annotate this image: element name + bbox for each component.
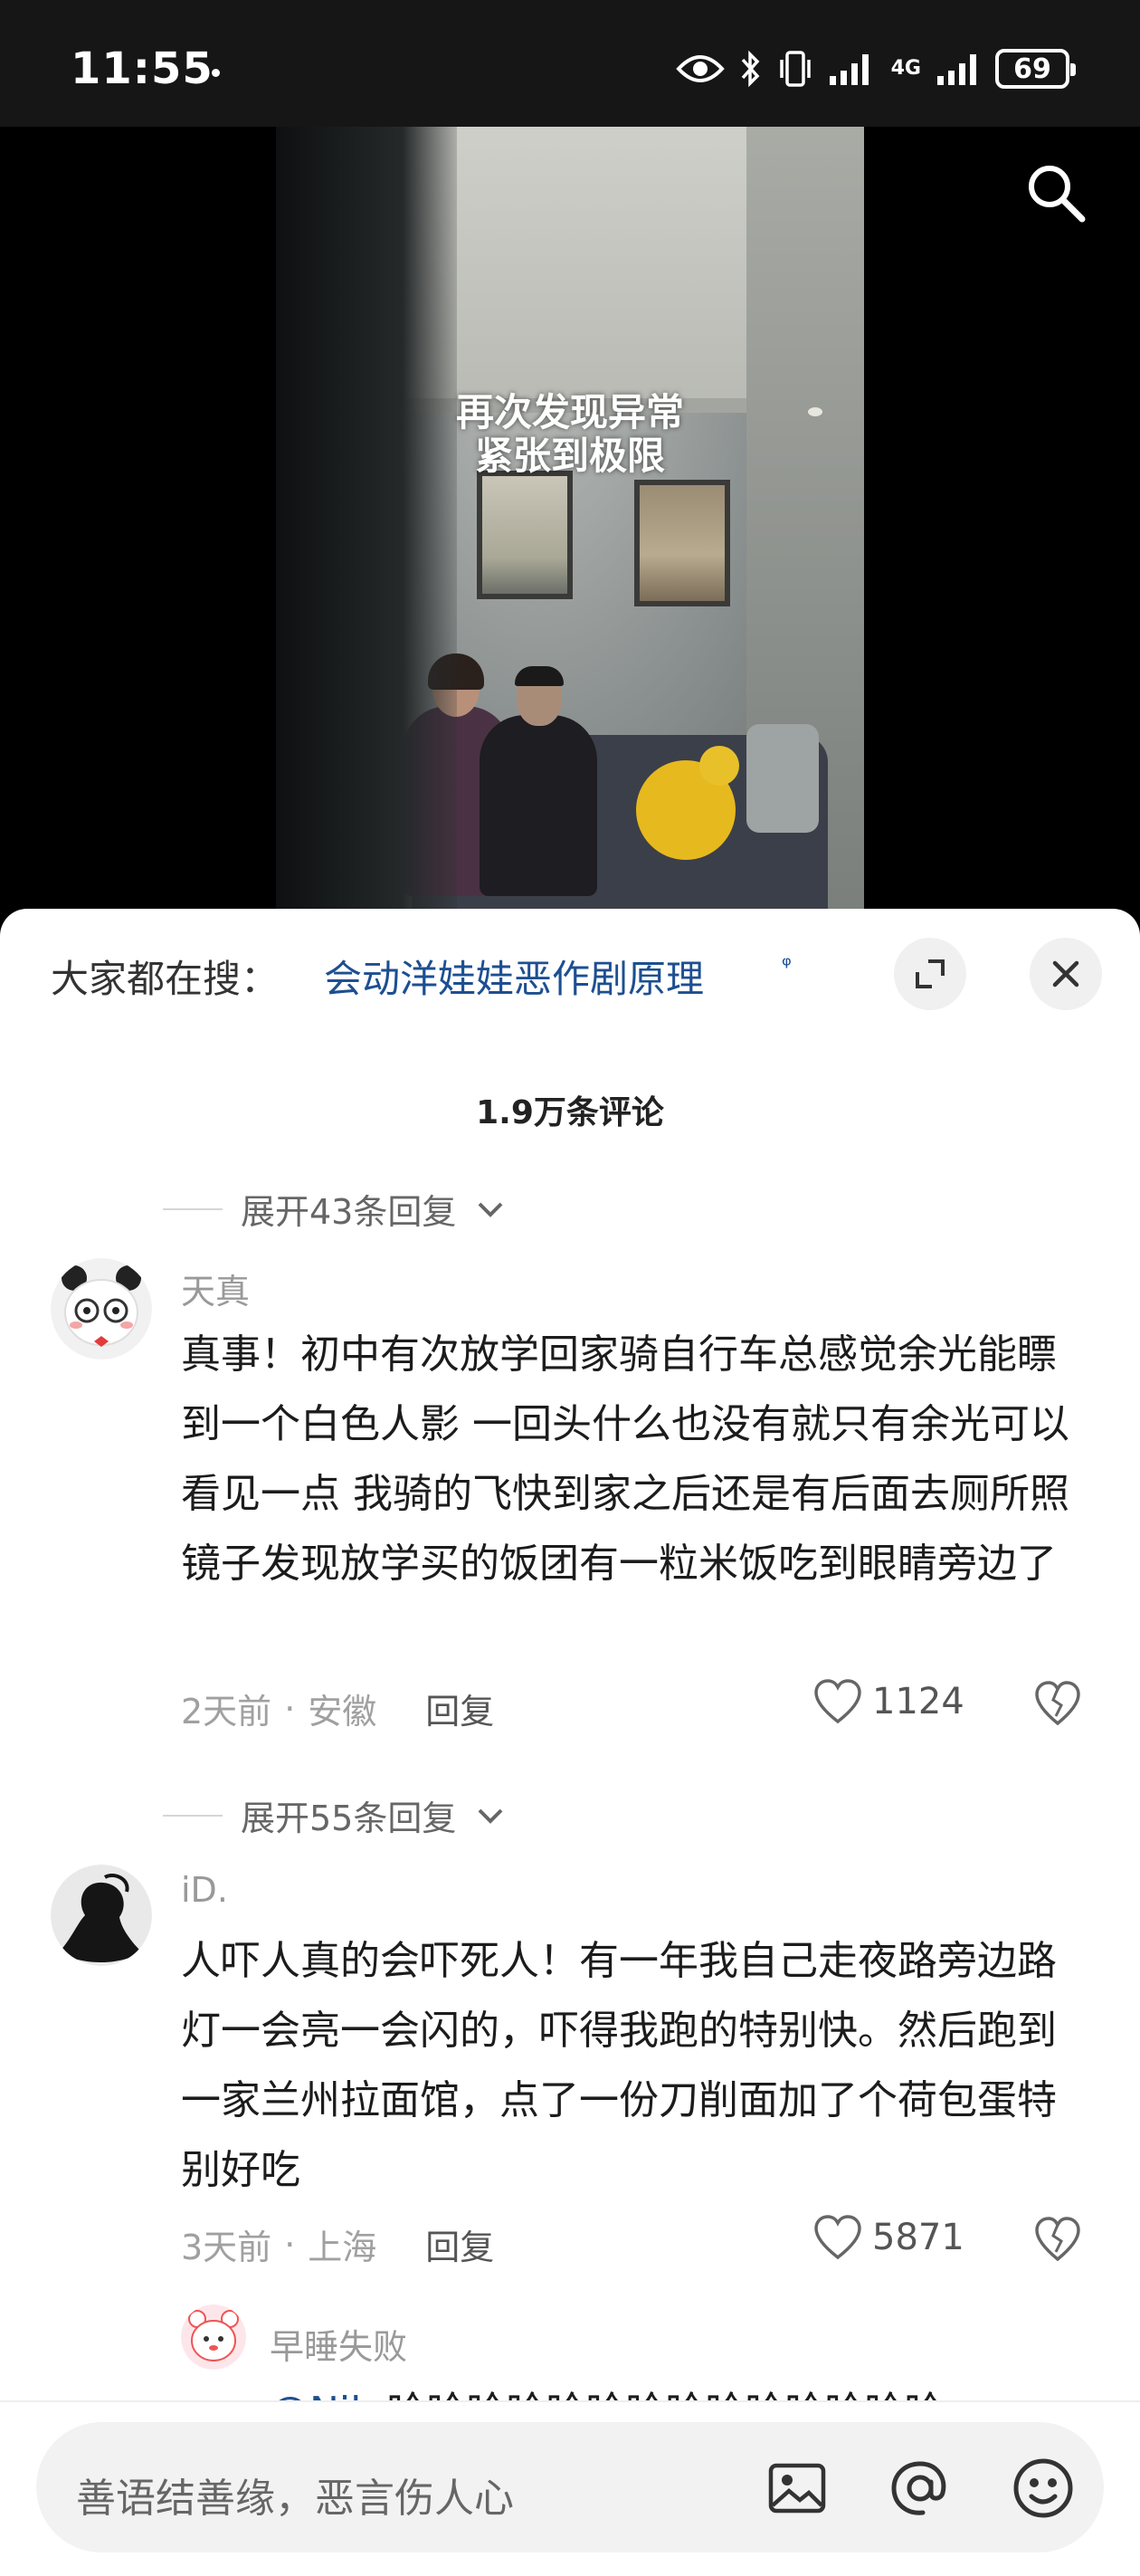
- like-button[interactable]: 1124: [812, 1678, 964, 1725]
- comment-text: 真事！初中有次放学回家骑自行车总感觉余光能瞟到一个白色人影 一回头什么也没有就只…: [181, 1331, 1069, 1587]
- battery-icon: 69: [995, 49, 1076, 89]
- status-icons: 4G 69: [675, 42, 1076, 96]
- video-scene-plush-duck-head: [699, 746, 739, 786]
- bear-avatar-icon: [181, 2304, 246, 2370]
- mention-icon[interactable]: [887, 2455, 954, 2522]
- expand-replies-label: 展开43条回复: [241, 1192, 457, 1232]
- hot-search-query-link[interactable]: 会动洋娃娃恶作剧原理: [324, 949, 704, 1004]
- status-bar: 11:55 4G 69: [0, 0, 1140, 127]
- comment-username[interactable]: 天真: [181, 1264, 250, 1313]
- dislike-icon[interactable]: [1033, 2216, 1082, 2263]
- comment-input-placeholder: 善语结善缘，恶言伤人心: [76, 2476, 514, 2522]
- heart-icon: [814, 2215, 861, 2260]
- close-icon: [1052, 960, 1079, 987]
- avatar[interactable]: [51, 1258, 152, 1360]
- thread-line: [163, 1207, 223, 1210]
- like-count: 1124: [872, 1681, 964, 1722]
- battery-level: 69: [1013, 52, 1051, 85]
- avatar[interactable]: [51, 1865, 152, 1966]
- comment-username[interactable]: iD.: [181, 1870, 228, 1910]
- signal-icon: [829, 54, 869, 85]
- panda-avatar-icon: [51, 1258, 152, 1360]
- reply-username[interactable]: 早睡失败: [270, 2319, 407, 2369]
- meta-separator: ·: [284, 1688, 296, 1729]
- dislike-icon[interactable]: [1033, 1680, 1082, 1727]
- image-icon[interactable]: [764, 2455, 831, 2522]
- video-scene-painting-pier: [634, 480, 730, 606]
- silhouette-avatar-icon: [51, 1865, 152, 1966]
- chevron-down-icon: [478, 1202, 503, 1217]
- avatar[interactable]: [181, 2304, 246, 2370]
- eye-icon: [675, 55, 725, 82]
- bluetooth-icon: [741, 50, 760, 88]
- hot-search-icon: ᵠ: [782, 952, 792, 979]
- status-time: 11:55: [71, 43, 214, 94]
- search-icon[interactable]: [1022, 159, 1088, 224]
- thread-line: [163, 1814, 223, 1817]
- meta-separator: ·: [284, 2224, 296, 2265]
- comment-text: 人吓人真的会吓死人！有一年我自己走夜路旁边路灯一会亮一会闪的，吓得我跑的特别快。…: [181, 1938, 1057, 2193]
- comment-time: 3天前: [181, 2228, 272, 2267]
- comment-location: 安徽: [308, 1692, 377, 1732]
- video-scene-person-hair: [515, 666, 564, 686]
- like-button[interactable]: 5871: [812, 2214, 964, 2261]
- comment-time: 2天前: [181, 1692, 272, 1732]
- comment-count: 1.9万条评论: [476, 1094, 664, 1131]
- close-button[interactable]: [1030, 938, 1102, 1010]
- video-scene-pillow: [746, 724, 819, 833]
- signal-icon-2: [937, 54, 976, 85]
- video-scene-person: [480, 715, 597, 896]
- emoji-icon[interactable]: [1010, 2455, 1077, 2522]
- hot-search-prefix: 大家都在搜：: [51, 957, 280, 1001]
- comment-meta: 3天前 · 上海 回复: [181, 2219, 494, 2269]
- fullscreen-expand-button[interactable]: [894, 938, 966, 1010]
- comment-sheet: [0, 909, 1140, 2574]
- chevron-down-icon: [478, 1808, 503, 1824]
- reply-button[interactable]: 回复: [425, 2219, 494, 2269]
- reply-button[interactable]: 回复: [425, 1684, 494, 1733]
- comment-location: 上海: [308, 2228, 377, 2267]
- vibrate-icon: [779, 51, 811, 87]
- network-type: 4G: [890, 57, 921, 80]
- expand-icon: [916, 959, 945, 988]
- video-scene-doorframe: [276, 127, 457, 914]
- expand-replies-label: 展开55条回复: [241, 1798, 457, 1838]
- video-player[interactable]: 再次发现异常 紧张到极限: [276, 127, 864, 914]
- video-caption-line: 再次发现异常: [455, 390, 684, 434]
- expand-replies-button[interactable]: 展开55条回复: [163, 1790, 507, 1840]
- heart-icon: [814, 1679, 861, 1724]
- comment-meta: 2天前 · 安徽 回复: [181, 1684, 494, 1733]
- video-caption-line: 紧张到极限: [474, 434, 665, 478]
- expand-replies-button[interactable]: 展开43条回复: [163, 1184, 507, 1234]
- like-count: 5871: [872, 2217, 964, 2258]
- notification-dot-icon: [212, 69, 220, 77]
- video-caption: 再次发现异常 紧张到极限: [276, 391, 864, 478]
- video-scene-painting-boat: [477, 471, 573, 599]
